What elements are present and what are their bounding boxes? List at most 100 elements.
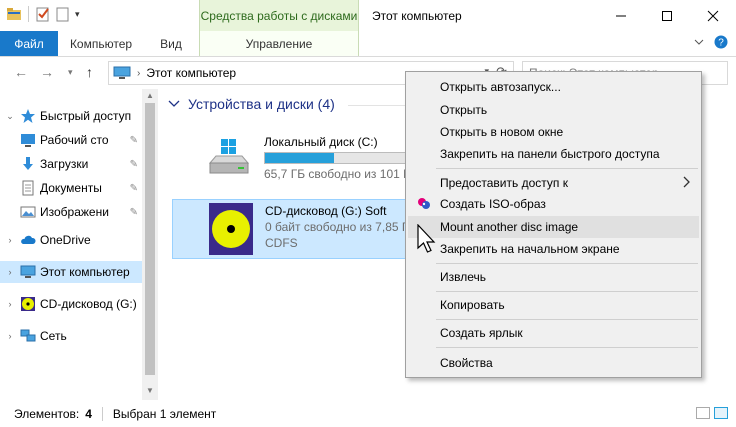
breadcrumb-chevron-icon[interactable]: › xyxy=(137,68,140,79)
drive-free-space: 0 байт свободно из 7,85 ГБ xyxy=(265,220,417,234)
status-items: Элементов: 4 xyxy=(14,407,92,421)
status-selected: Выбран 1 элемент xyxy=(112,406,217,421)
pictures-icon xyxy=(20,206,36,218)
recent-locations-icon[interactable]: ▾ xyxy=(68,67,73,78)
menu-pin-start[interactable]: Закрепить на начальном экране xyxy=(408,238,699,260)
group-title: Устройства и диски (4) xyxy=(188,96,335,112)
chevron-right-icon xyxy=(683,176,690,188)
title-bar: ▾ Средства работы с дисками Этот компьют… xyxy=(0,0,736,31)
details-view-icon[interactable] xyxy=(696,407,710,419)
new-folder-icon[interactable] xyxy=(55,6,71,22)
maximize-icon[interactable] xyxy=(644,0,690,31)
iso-burner-icon xyxy=(418,198,430,209)
folder-app-icon[interactable] xyxy=(6,6,22,22)
nav-label: Документы xyxy=(40,181,102,195)
close-icon[interactable] xyxy=(690,0,736,31)
window-title: Этот компьютер xyxy=(372,9,462,23)
chevron-down-icon[interactable] xyxy=(168,99,180,109)
nav-onedrive[interactable]: › OneDrive xyxy=(0,229,142,251)
scroll-up-icon[interactable]: ▲ xyxy=(146,91,154,100)
menu-give-access[interactable]: Предоставить доступ к xyxy=(408,172,699,194)
menu-separator xyxy=(436,168,698,169)
pin-icon: ✎ xyxy=(129,206,138,218)
menu-properties[interactable]: Свойства xyxy=(408,352,699,374)
context-menu: Открыть автозапуск... Открыть Открыть в … xyxy=(405,71,702,378)
quick-access-toolbar: ▾ xyxy=(6,6,80,22)
nav-label: Рабочий сто xyxy=(40,133,109,147)
menu-label: Предоставить доступ к xyxy=(440,176,568,190)
tiles-view-icon[interactable] xyxy=(714,407,728,419)
up-arrow-icon[interactable]: ↑ xyxy=(86,64,93,80)
nav-label: Изображени xyxy=(40,205,109,219)
breadcrumb-this-pc[interactable]: Этот компьютер xyxy=(146,66,236,80)
mouse-cursor-icon xyxy=(417,224,436,253)
menu-separator xyxy=(436,347,698,348)
drive-usage-fill xyxy=(265,153,335,163)
nav-network[interactable]: › Сеть xyxy=(0,325,142,347)
nav-cd-drive[interactable]: › CD-дисковод (G:) xyxy=(0,293,142,315)
tab-view[interactable]: Вид xyxy=(148,31,194,56)
drive-name: CD-дисковод (G:) Soft xyxy=(265,204,387,218)
svg-text:?: ? xyxy=(718,38,724,49)
drive-name: Локальный диск (C:) xyxy=(264,135,378,149)
disk-tools-header: Средства работы с дисками xyxy=(199,0,359,31)
tab-manage[interactable]: Управление xyxy=(199,31,359,56)
nav-item-desktop[interactable]: Рабочий сто ✎ xyxy=(0,129,142,151)
nav-item-downloads[interactable]: Загрузки ✎ xyxy=(0,153,142,175)
menu-pin-quick-access[interactable]: Закрепить на панели быстрого доступа xyxy=(408,143,699,165)
nav-quick-access[interactable]: ⌄ Быстрый доступ xyxy=(0,105,142,127)
menu-open-new-window[interactable]: Открыть в новом окне xyxy=(408,121,699,143)
drive-filesystem: CDFS xyxy=(265,236,298,250)
menu-open-autoplay[interactable]: Открыть автозапуск... xyxy=(408,76,699,98)
pin-icon: ✎ xyxy=(129,182,138,194)
menu-create-iso[interactable]: Создать ISO-образ xyxy=(408,193,699,215)
download-arrow-icon xyxy=(23,157,33,170)
menu-eject[interactable]: Извлечь xyxy=(408,266,699,288)
nav-label: OneDrive xyxy=(40,233,91,247)
scrollbar-thumb[interactable] xyxy=(145,103,155,375)
toolbar-separator xyxy=(28,6,29,22)
chevron-right-icon[interactable]: › xyxy=(4,299,16,309)
nav-label: Этот компьютер xyxy=(40,265,130,279)
back-arrow-icon[interactable]: ← xyxy=(14,64,28,80)
chevron-right-icon[interactable]: › xyxy=(4,331,16,341)
nav-item-documents[interactable]: Документы ✎ xyxy=(0,177,142,199)
menu-separator xyxy=(436,291,698,292)
menu-copy[interactable]: Копировать xyxy=(408,294,699,316)
nav-this-pc[interactable]: › Этот компьютер xyxy=(0,261,142,283)
tab-computer[interactable]: Компьютер xyxy=(62,31,140,56)
properties-icon[interactable] xyxy=(35,6,51,22)
pin-icon: ✎ xyxy=(129,158,138,170)
chevron-right-icon[interactable]: › xyxy=(4,267,16,277)
customize-toolbar-icon[interactable]: ▾ xyxy=(75,9,80,20)
menu-separator xyxy=(436,319,698,320)
menu-open[interactable]: Открыть xyxy=(408,99,699,121)
nav-label: Загрузки xyxy=(40,157,89,171)
group-header[interactable]: Устройства и диски (4) xyxy=(168,96,335,112)
status-items-label: Элементов: xyxy=(14,406,80,421)
cd-disc-icon xyxy=(209,203,253,255)
nav-scrollbar[interactable]: ▲ ▼ xyxy=(142,89,158,400)
ribbon-right-controls: ? xyxy=(694,35,728,49)
menu-mount-disc-image[interactable]: Mount another disc image xyxy=(408,216,699,238)
forward-arrow-icon[interactable]: → xyxy=(40,64,54,80)
cloud-icon xyxy=(21,235,36,244)
view-switcher xyxy=(696,407,728,419)
ribbon-tabs: Файл Компьютер Вид Управление ? xyxy=(0,31,736,57)
help-icon[interactable]: ? xyxy=(714,35,728,49)
nav-item-pictures[interactable]: Изображени ✎ xyxy=(0,201,142,223)
tab-file[interactable]: Файл xyxy=(0,31,58,56)
drive-free-space: 65,7 ГБ свободно из 101 ГБ xyxy=(264,167,418,181)
status-items-count: 4 xyxy=(85,406,92,421)
minimize-icon[interactable] xyxy=(598,0,644,31)
pin-icon: ✎ xyxy=(129,134,138,146)
computer-icon xyxy=(113,66,131,79)
chevron-down-icon[interactable]: ⌄ xyxy=(4,111,16,122)
nav-label: Быстрый доступ xyxy=(40,109,132,123)
navigation-pane: ⌄ Быстрый доступ Рабочий сто ✎ Загрузки … xyxy=(0,89,158,400)
status-bar: Элементов: 4 Выбран 1 элемент xyxy=(0,400,736,427)
expand-ribbon-icon[interactable] xyxy=(694,37,704,47)
menu-create-shortcut[interactable]: Создать ярлык xyxy=(408,322,699,344)
scroll-down-icon[interactable]: ▼ xyxy=(146,386,154,395)
chevron-right-icon[interactable]: › xyxy=(4,235,16,245)
